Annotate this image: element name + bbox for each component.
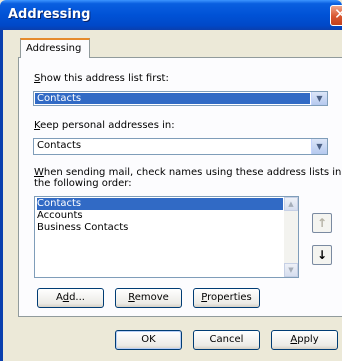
- close-icon: ✕: [334, 5, 342, 23]
- ok-button[interactable]: OK: [115, 330, 182, 350]
- title-bar[interactable]: Addressing ✕: [0, 0, 342, 30]
- move-up-button[interactable]: ↑: [312, 213, 332, 233]
- show-first-label: Show this address list first:: [34, 73, 169, 84]
- list-item[interactable]: Contacts: [37, 198, 283, 210]
- chevron-down-icon[interactable]: ▼: [311, 139, 327, 154]
- apply-button[interactable]: Apply: [271, 330, 338, 350]
- chevron-down-icon[interactable]: ▼: [311, 92, 327, 105]
- move-down-button[interactable]: ↓: [312, 245, 332, 265]
- arrow-down-icon: ↓: [316, 248, 328, 262]
- scroll-down-button[interactable]: ▼: [284, 263, 298, 277]
- window-frame: [0, 30, 3, 361]
- add-button[interactable]: Add...: [37, 288, 104, 308]
- keep-personal-label: Keep personal addresses in:: [34, 120, 175, 131]
- keep-personal-value: Contacts: [37, 140, 82, 151]
- listbox-scrollbar[interactable]: ▲ ▼: [284, 197, 298, 277]
- tab-addressing[interactable]: Addressing: [20, 38, 90, 58]
- list-item[interactable]: Business Contacts: [37, 222, 128, 234]
- list-item[interactable]: Accounts: [37, 210, 83, 222]
- show-first-dropdown[interactable]: Contacts ▼: [33, 91, 328, 106]
- scroll-up-button[interactable]: ▲: [284, 197, 298, 211]
- remove-button[interactable]: Remove: [115, 288, 182, 308]
- show-first-value: Contacts: [35, 93, 310, 104]
- check-names-label-line1: When sending mail, check names using the…: [34, 167, 342, 178]
- properties-button[interactable]: Properties: [193, 288, 260, 308]
- window-title: Addressing: [8, 7, 91, 22]
- cancel-button[interactable]: Cancel: [193, 330, 260, 350]
- tab-label: Addressing: [26, 43, 82, 54]
- address-lists-listbox[interactable]: Contacts Accounts Business Contacts ▲ ▼: [34, 196, 299, 278]
- check-names-label-line2: the following order:: [34, 178, 132, 189]
- arrow-up-icon: ↑: [316, 216, 328, 230]
- keep-personal-dropdown[interactable]: Contacts ▼: [33, 138, 328, 155]
- close-button[interactable]: ✕: [330, 5, 342, 26]
